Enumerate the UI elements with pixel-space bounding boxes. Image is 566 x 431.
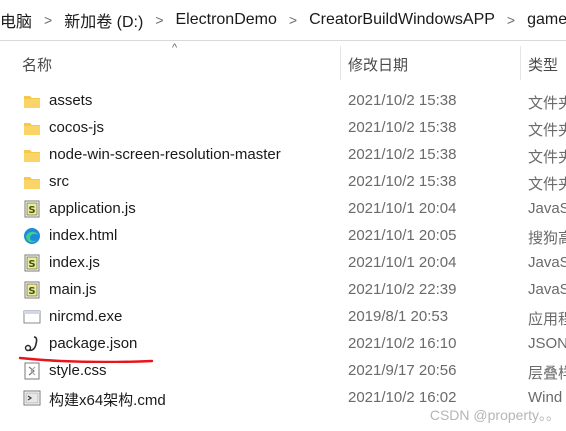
column-header-date[interactable]: 修改日期 (348, 54, 408, 75)
file-name: nircmd.exe (49, 308, 123, 325)
file-modified-date: 2021/10/1 20:05 (348, 227, 457, 244)
sort-ascending-icon: ^ (172, 42, 178, 54)
file-type: JSON (528, 335, 566, 352)
file-row[interactable]: package.json 2021/10/2 16:10 JSON (0, 331, 566, 358)
file-name: src (49, 173, 69, 190)
file-row[interactable]: nircmd.exe 2019/8/1 20:53 应用程 (0, 304, 566, 331)
file-name: style.css (49, 362, 107, 379)
file-modified-date: 2021/9/17 20:56 (348, 362, 457, 379)
file-type: 文件夹 (528, 149, 566, 166)
file-name: application.js (49, 200, 136, 217)
file-name: index.html (49, 227, 118, 244)
file-type: Wind (528, 389, 563, 406)
file-row[interactable]: assets 2021/10/2 15:38 文件夹 (0, 88, 566, 115)
file-modified-date: 2019/8/1 20:53 (348, 308, 449, 325)
file-modified-date: 2021/10/2 15:38 (348, 173, 457, 190)
column-header-type[interactable]: 类型 (528, 54, 558, 75)
chevron-right-icon[interactable]: > (44, 12, 52, 28)
chevron-right-icon[interactable]: > (507, 12, 515, 28)
file-list: assets 2021/10/2 15:38 文件夹 cocos-js 2021/10/… (0, 88, 566, 412)
breadcrumb-creatorbuild[interactable]: CreatorBuildWindowsAPP (307, 11, 497, 29)
svg-text:S: S (28, 259, 35, 270)
file-name: cocos-js (49, 119, 105, 136)
address-bar[interactable]: 电脑 > 新加卷 (D:) > ElectronDemo > CreatorBu… (0, 0, 566, 41)
file-type: 搜狗高 (528, 230, 566, 247)
file-row[interactable]: cocos-js 2021/10/2 15:38 文件夹 (0, 115, 566, 142)
css-file-icon (23, 362, 41, 380)
file-modified-date: 2021/10/2 16:02 (348, 389, 457, 406)
file-row[interactable]: node-win-screen-resolution-master 2021/10… (0, 142, 566, 169)
file-name: package.json (49, 335, 138, 352)
file-name: main.js (49, 281, 97, 298)
watermark-text: CSDN @property。。 (427, 405, 562, 425)
file-modified-date: 2021/10/2 15:38 (348, 119, 457, 136)
file-modified-date: 2021/10/2 22:39 (348, 281, 457, 298)
file-name: index.js (49, 254, 100, 271)
file-type: 应用程 (528, 311, 566, 328)
file-type: JavaS (528, 254, 566, 271)
file-modified-date: 2021/10/1 20:04 (348, 254, 457, 271)
file-name: 构建x64架构.cmd (49, 392, 166, 409)
file-type: 文件夹 (528, 122, 566, 139)
file-row[interactable]: Sapplication.js 2021/10/1 20:04 JavaS (0, 196, 566, 223)
file-name: assets (49, 92, 93, 109)
file-name: node-win-screen-resolution-master (49, 146, 281, 163)
file-modified-date: 2021/10/2 15:38 (348, 92, 457, 109)
file-modified-date: 2021/10/1 20:04 (348, 200, 457, 217)
column-divider[interactable] (340, 46, 341, 80)
chevron-right-icon[interactable]: > (289, 12, 297, 28)
chevron-right-icon[interactable]: > (155, 12, 163, 28)
file-type: 文件夹 (528, 95, 566, 112)
file-type: JavaS (528, 200, 566, 217)
file-row[interactable]: src 2021/10/2 15:38 文件夹 (0, 169, 566, 196)
browser-html-icon (23, 227, 41, 245)
file-type: 层叠样 (528, 365, 566, 382)
svg-text:S: S (28, 286, 35, 297)
js-file-icon: S (23, 200, 41, 218)
breadcrumb-drive[interactable]: 新加卷 (D:) (62, 8, 145, 32)
column-header: ^ 名称 修改日期 类型 (0, 40, 566, 84)
file-row[interactable]: Smain.js 2021/10/2 22:39 JavaS (0, 277, 566, 304)
breadcrumb-game[interactable]: game (525, 11, 566, 29)
js-file-icon: S (23, 254, 41, 272)
column-divider[interactable] (520, 46, 521, 80)
breadcrumb-electrondemo[interactable]: ElectronDemo (174, 11, 279, 29)
svg-text:S: S (28, 205, 35, 216)
file-row[interactable]: Sindex.js 2021/10/1 20:04 JavaS (0, 250, 566, 277)
folder-icon (23, 173, 41, 191)
folder-icon (23, 92, 41, 110)
json-file-icon (23, 335, 41, 353)
file-row[interactable]: index.html 2021/10/1 20:05 搜狗高 (0, 223, 566, 250)
column-header-name[interactable]: 名称 (22, 54, 52, 75)
file-modified-date: 2021/10/2 16:10 (348, 335, 457, 352)
js-file-icon: S (23, 281, 41, 299)
folder-icon (23, 146, 41, 164)
breadcrumb-pc[interactable]: 电脑 (0, 8, 34, 32)
file-type: JavaS (528, 281, 566, 298)
red-underline-annotation (18, 356, 154, 363)
cmd-file-icon (23, 389, 41, 407)
file-type: 文件夹 (528, 176, 566, 193)
file-modified-date: 2021/10/2 15:38 (348, 146, 457, 163)
folder-icon (23, 119, 41, 137)
exe-file-icon (23, 308, 41, 326)
